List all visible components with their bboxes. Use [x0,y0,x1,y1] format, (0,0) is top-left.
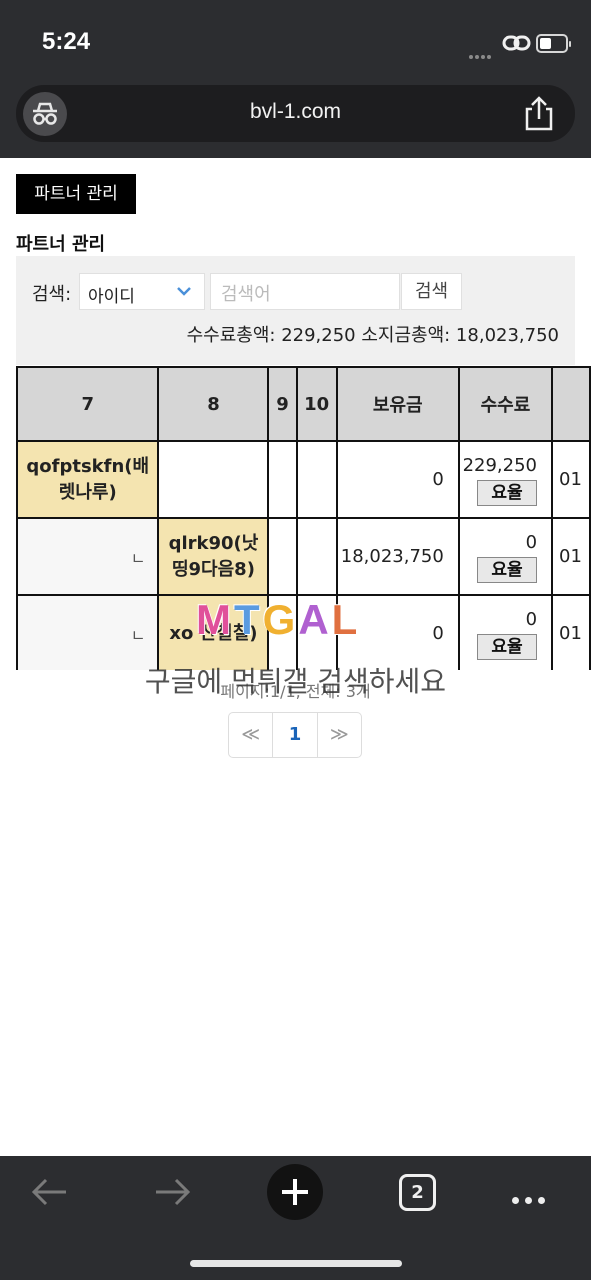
tabs-button[interactable]: 2 [399,1174,436,1211]
rate-button[interactable]: 요율 [477,633,538,660]
fee-value: 0 [525,531,538,553]
tree-indent-cell: ㄴ [16,517,160,596]
rate-button[interactable]: 요율 [477,479,538,506]
pagination: ≪ 1 ≫ [228,712,362,758]
plus-icon [282,1179,308,1205]
partner-id-cell[interactable]: qlrk90(낫띵9다음8) [157,517,270,596]
empty-cell [295,440,338,519]
search-type-value: 아이디 [88,287,135,307]
page-number-button[interactable]: 1 [273,713,318,757]
bottom-toolbar: 2 [0,1156,591,1280]
prev-page-button[interactable]: ≪ [229,713,274,757]
status-time: 5:24 [42,28,91,55]
table-row: qofptskfn(배렛나루) 0 229,250 요율 01 [16,440,591,519]
table-row: ㄴ qlrk90(낫띵9다음8) 18,023,750 0 요율 01 [16,517,591,596]
tree-indent-cell: ㄴ [16,594,160,670]
fee-cell: 0 요율 [457,594,554,670]
home-indicator [190,1260,402,1267]
search-input[interactable] [210,273,400,310]
status-bar: 5:24 [0,0,591,85]
fee-value: 0 [525,608,538,630]
empty-cell [295,517,338,596]
browser-toolbar: bvl-1.com [0,85,591,158]
cut-cell: 01 [551,594,591,670]
balance-cell: 18,023,750 [335,517,460,596]
new-tab-button[interactable] [267,1164,323,1220]
partner-manage-button[interactable]: 파트너 관리 [16,174,136,214]
col-header-fee: 수수료 [457,366,554,442]
link-icon [502,35,531,51]
page-title: 파트너 관리 [16,234,106,255]
battery-icon [536,34,571,53]
share-icon[interactable] [521,95,557,133]
watermark-text: 구글에 먹튀갤 검색하세요 [144,665,447,698]
col-header-balance: 보유금 [335,366,460,442]
fee-cell: 229,250 요율 [457,440,554,519]
col-header-8: 8 [157,366,270,442]
watermark-logo: MTGAL [196,596,361,643]
fee-value: 229,250 [462,454,538,476]
sub-partner-cell [157,440,270,519]
col-header-7: 7 [16,366,160,442]
empty-cell [267,517,298,596]
signal-dots-icon [469,44,493,63]
cut-cell: 01 [551,517,591,596]
rate-button[interactable]: 요율 [477,556,538,583]
address-bar[interactable]: bvl-1.com [16,85,575,142]
table-header-row: 7 8 9 10 보유금 수수료 [16,366,591,442]
col-header-10: 10 [295,366,338,442]
search-type-select[interactable]: 아이디 [79,273,205,310]
col-header-cut [551,366,591,442]
partner-id-cell[interactable]: qofptskfn(배렛나루) [16,440,160,519]
search-panel: 검색: 아이디 검색 수수료총액: 229,250 소지금총액: 18,023,… [16,256,575,365]
search-button[interactable]: 검색 [401,273,462,310]
empty-cell [267,440,298,519]
balance-cell: 0 [335,440,460,519]
chevron-down-icon [177,287,191,296]
col-header-9: 9 [267,366,298,442]
more-icon[interactable] [512,1189,551,1208]
back-arrow-icon[interactable] [30,1176,70,1208]
forward-arrow-icon[interactable] [152,1176,192,1208]
fee-cell: 0 요율 [457,517,554,596]
cut-cell: 01 [551,440,591,519]
search-label: 검색: [32,284,72,305]
totals-summary: 수수료총액: 229,250 소지금총액: 18,023,750 [186,325,559,346]
next-page-button[interactable]: ≫ [318,713,361,757]
url-text[interactable]: bvl-1.com [16,100,575,124]
